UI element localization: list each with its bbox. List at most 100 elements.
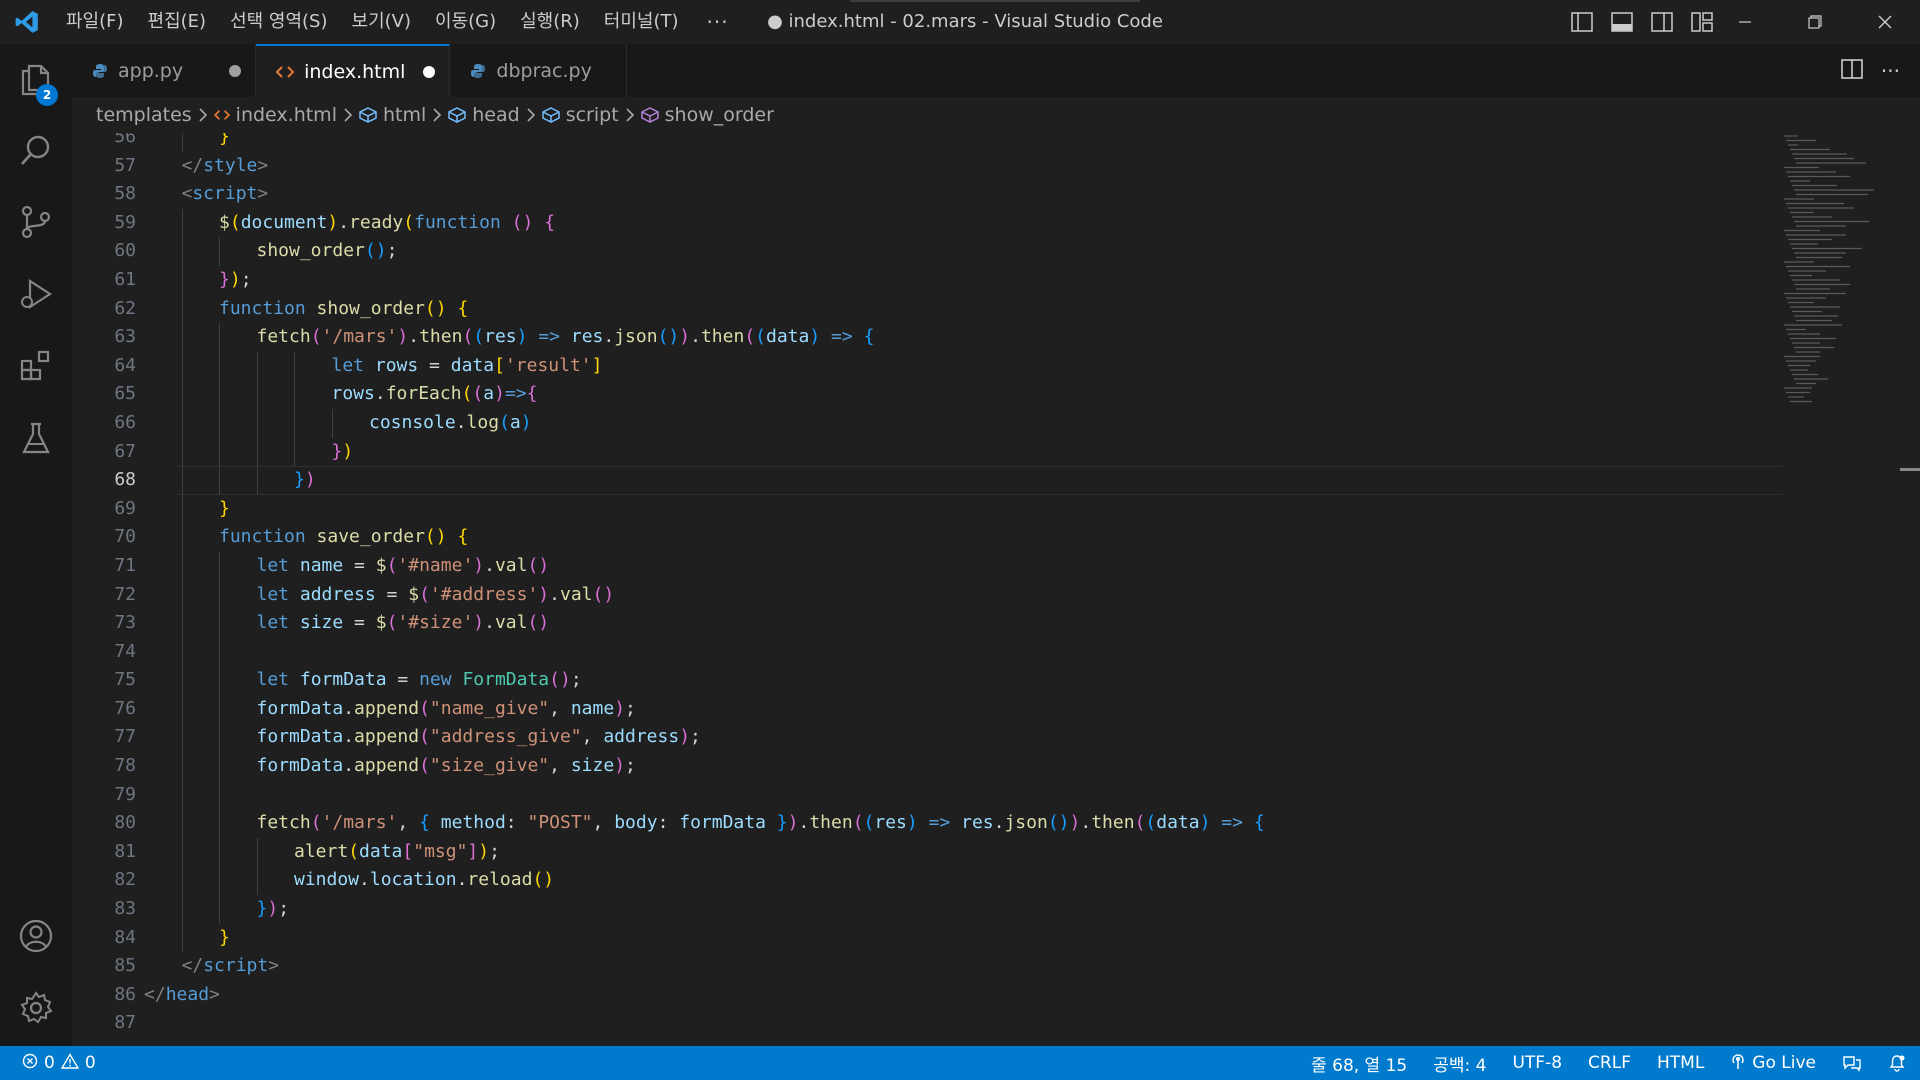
encoding[interactable]: UTF-8 bbox=[1512, 1053, 1562, 1073]
code-line[interactable]: 65 rows.forEach((a)=>{ bbox=[72, 380, 1782, 409]
go-live-button[interactable]: Go Live bbox=[1730, 1052, 1816, 1075]
breadcrumb-folder[interactable]: templates bbox=[96, 104, 192, 126]
restore-icon[interactable] bbox=[1780, 0, 1850, 44]
menu-edit[interactable]: 편집(E) bbox=[136, 0, 219, 44]
breadcrumb-html[interactable]: html bbox=[359, 104, 426, 126]
code-line[interactable]: 68}) bbox=[72, 466, 1782, 495]
menu-file[interactable]: 파일(F) bbox=[54, 0, 136, 44]
code-token: function bbox=[219, 526, 306, 548]
code-line[interactable]: 66 cosnsole.log(a) bbox=[72, 408, 1782, 438]
code-line[interactable]: 67}) bbox=[72, 437, 1782, 467]
explorer-button[interactable]: 2 bbox=[0, 44, 72, 116]
unsaved-dot-icon[interactable] bbox=[229, 64, 242, 77]
language-mode[interactable]: HTML bbox=[1657, 1053, 1704, 1073]
breadcrumb-script[interactable]: script bbox=[541, 104, 619, 126]
line-number: 58 bbox=[114, 183, 136, 205]
code-line[interactable]: 62 function show_order() { bbox=[72, 294, 1782, 324]
code-line[interactable]: 72 let address = $('#address').val() bbox=[72, 580, 1782, 610]
code-line[interactable]: 61}); bbox=[72, 265, 1782, 295]
code-line[interactable]: 63 fetch('/mars').then((res) => res.json(… bbox=[72, 323, 1782, 352]
breadcrumb-file[interactable]: index.html bbox=[213, 104, 337, 126]
code-line[interactable]: 78 formData.append("size_give", size); bbox=[72, 752, 1782, 781]
code-line[interactable]: 64 let rows = data['result'] bbox=[72, 351, 1782, 381]
code-line[interactable]: 69} bbox=[72, 494, 1782, 524]
unsaved-dot-icon[interactable] bbox=[423, 65, 436, 78]
problems-indicator[interactable]: 0 0 bbox=[0, 1052, 96, 1074]
line-source: } bbox=[219, 924, 230, 953]
code-line[interactable]: 58 <script> bbox=[72, 180, 1782, 209]
accounts-button[interactable] bbox=[0, 902, 72, 974]
code-token: address bbox=[603, 726, 680, 748]
indent-guide bbox=[294, 408, 295, 438]
accounts-status-icon[interactable] bbox=[1842, 1054, 1862, 1072]
split-editor-icon[interactable] bbox=[1841, 58, 1863, 83]
code-line[interactable]: 81 alert(data["msg"]); bbox=[72, 837, 1782, 867]
code-line[interactable]: 57 </style> bbox=[72, 152, 1782, 181]
cursor-position[interactable]: 줄 68, 열 15 bbox=[1311, 1051, 1407, 1076]
breadcrumb-function[interactable]: show_order bbox=[640, 104, 774, 126]
code-token: ( bbox=[310, 812, 322, 834]
menu-view[interactable]: 보기(V) bbox=[340, 0, 423, 44]
search-button[interactable] bbox=[0, 116, 72, 188]
tab-dbprac-py[interactable]: dbprac.py bbox=[450, 44, 627, 97]
code-token: </ bbox=[181, 955, 204, 977]
manage-button[interactable] bbox=[0, 974, 72, 1046]
toggle-secondary-sidebar-icon[interactable] bbox=[1649, 9, 1675, 35]
code-line[interactable]: 59 $(document).ready(function () { bbox=[72, 208, 1782, 238]
line-number: 82 bbox=[114, 869, 136, 891]
tab-index-html[interactable]: index.html bbox=[256, 44, 451, 97]
code-line[interactable]: 75 let formData = new FormData(); bbox=[72, 666, 1782, 695]
code-line[interactable]: 56} bbox=[72, 133, 1782, 152]
code-line[interactable]: 60 show_order(); bbox=[72, 237, 1782, 266]
code-token: { bbox=[526, 383, 538, 405]
indent-guide bbox=[181, 752, 183, 781]
code-line[interactable]: 83}); bbox=[72, 895, 1782, 924]
code-line[interactable]: 73 let size = $('#size').val() bbox=[72, 609, 1782, 638]
code-line[interactable]: 84} bbox=[72, 923, 1782, 953]
toggle-panel-icon[interactable] bbox=[1609, 9, 1635, 35]
close-icon[interactable] bbox=[1850, 0, 1920, 44]
scrollbar-thumb[interactable] bbox=[1900, 468, 1920, 471]
line-source: }); bbox=[257, 895, 290, 924]
code-line[interactable]: 76 formData.append("name_give", name); bbox=[72, 694, 1782, 724]
source-control-button[interactable] bbox=[0, 188, 72, 260]
code-line[interactable]: 87 bbox=[72, 1009, 1782, 1038]
code-token: document bbox=[240, 211, 328, 233]
code-token: } bbox=[219, 926, 230, 948]
code-token: alert bbox=[294, 840, 349, 862]
code-line[interactable]: 80 fetch('/mars', { method: "POST", body:… bbox=[72, 809, 1782, 838]
indentation[interactable]: 공백: 4 bbox=[1433, 1051, 1486, 1076]
more-actions-icon[interactable]: ··· bbox=[1881, 59, 1900, 83]
code-token: $ bbox=[219, 211, 230, 233]
toggle-primary-sidebar-icon[interactable] bbox=[1569, 9, 1595, 35]
extensions-button[interactable] bbox=[0, 332, 72, 404]
code-line[interactable]: 70 function save_order() { bbox=[72, 523, 1782, 552]
code-token: data bbox=[450, 354, 495, 376]
breadcrumb-head[interactable]: head bbox=[448, 104, 520, 126]
menu-go[interactable]: 이동(G) bbox=[423, 0, 508, 44]
code-editor[interactable]: 56} 57 </style> 58 <script> 59 $(document).rea… bbox=[72, 133, 1920, 1046]
code-token: () bbox=[364, 240, 387, 262]
indent-guide bbox=[219, 351, 220, 381]
code-line[interactable]: 74 bbox=[72, 637, 1782, 667]
code-token: , bbox=[581, 726, 604, 748]
code-line[interactable]: 85 </script> bbox=[72, 952, 1782, 981]
tab-app-py[interactable]: app.py bbox=[72, 44, 257, 97]
breadcrumb-label: show_order bbox=[664, 104, 774, 126]
menu-terminal[interactable]: 터미널(T) bbox=[592, 0, 691, 44]
code-line[interactable]: 71 let name = $('#name').val() bbox=[72, 551, 1782, 581]
run-debug-button[interactable] bbox=[0, 260, 72, 332]
indent-guide bbox=[181, 294, 183, 324]
code-line[interactable]: 86 </head> bbox=[72, 981, 1782, 1010]
more-menu-icon[interactable]: ··· bbox=[691, 10, 745, 34]
notifications-bell-icon[interactable] bbox=[1888, 1054, 1906, 1072]
code-line[interactable]: 79 bbox=[72, 780, 1782, 810]
code-line[interactable]: 82 window.location.reload() bbox=[72, 866, 1782, 896]
code-line[interactable]: 77 formData.append("address_give", addres… bbox=[72, 723, 1782, 753]
minimize-icon[interactable] bbox=[1710, 0, 1780, 44]
end-of-line[interactable]: CRLF bbox=[1588, 1053, 1631, 1073]
menu-selection[interactable]: 선택 영역(S) bbox=[218, 0, 339, 44]
minimap[interactable] bbox=[1780, 133, 1900, 1046]
menu-run[interactable]: 실행(R) bbox=[508, 0, 592, 44]
testing-button[interactable] bbox=[0, 404, 72, 476]
